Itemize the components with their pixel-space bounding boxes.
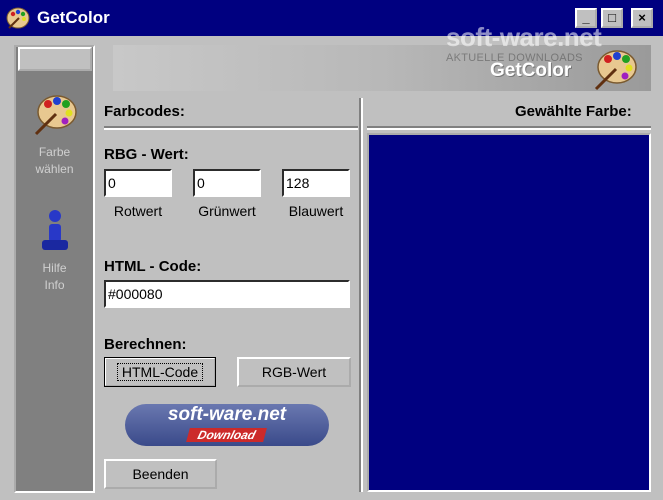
green-value-input[interactable] xyxy=(193,169,261,197)
html-code-button[interactable]: HTML-Code xyxy=(104,357,216,387)
info-person-icon xyxy=(41,210,68,250)
logo-download-badge: Download xyxy=(186,428,268,442)
software-net-logo[interactable]: soft-ware.net Download xyxy=(125,404,329,446)
sidebar-item-hilfe-info[interactable]: Hilfe Info xyxy=(16,208,93,294)
sidebar-header-bar xyxy=(18,47,92,71)
window-title: GetColor xyxy=(37,8,110,27)
selected-color-swatch xyxy=(367,133,651,492)
watermark-brand: soft-ware.net xyxy=(446,22,602,52)
sidebar-item-label: Hilfe xyxy=(42,261,67,275)
blue-value-input[interactable] xyxy=(282,169,350,197)
palette-icon xyxy=(6,7,30,29)
selected-color-label: Gewählte Farbe: xyxy=(515,103,632,120)
palette-icon xyxy=(594,50,637,91)
divider xyxy=(367,126,651,130)
watermark-tagline: AKTUELLE DOWNLOADS xyxy=(446,52,583,64)
green-label: Grünwert xyxy=(198,203,256,219)
divider xyxy=(104,126,358,130)
sidebar-item-farbe-waehlen[interactable]: Farbe wählen xyxy=(16,92,93,178)
sidebar-item-label: Farbe xyxy=(38,145,71,159)
red-value-input[interactable] xyxy=(104,169,172,197)
html-code-label: HTML - Code: xyxy=(104,258,202,275)
close-button[interactable]: × xyxy=(631,8,653,28)
sidebar-item-label: Info xyxy=(44,278,65,292)
farbcodes-label: Farbcodes: xyxy=(104,103,185,120)
rgb-value-button[interactable]: RGB-Wert xyxy=(237,357,351,387)
calculate-label: Berechnen: xyxy=(104,336,187,353)
exit-button[interactable]: Beenden xyxy=(104,459,217,489)
maximize-button[interactable]: □ xyxy=(601,8,623,28)
red-label: Rotwert xyxy=(113,203,163,219)
html-code-input[interactable] xyxy=(104,280,350,308)
vertical-divider xyxy=(359,98,363,492)
rgb-label: RBG - Wert: xyxy=(104,146,189,163)
button-label: HTML-Code xyxy=(116,363,204,381)
palette-icon xyxy=(34,95,77,136)
sidebar-item-label: wählen xyxy=(35,162,74,176)
blue-label: Blauwert xyxy=(288,203,344,219)
logo-text: soft-ware.net xyxy=(167,404,287,425)
